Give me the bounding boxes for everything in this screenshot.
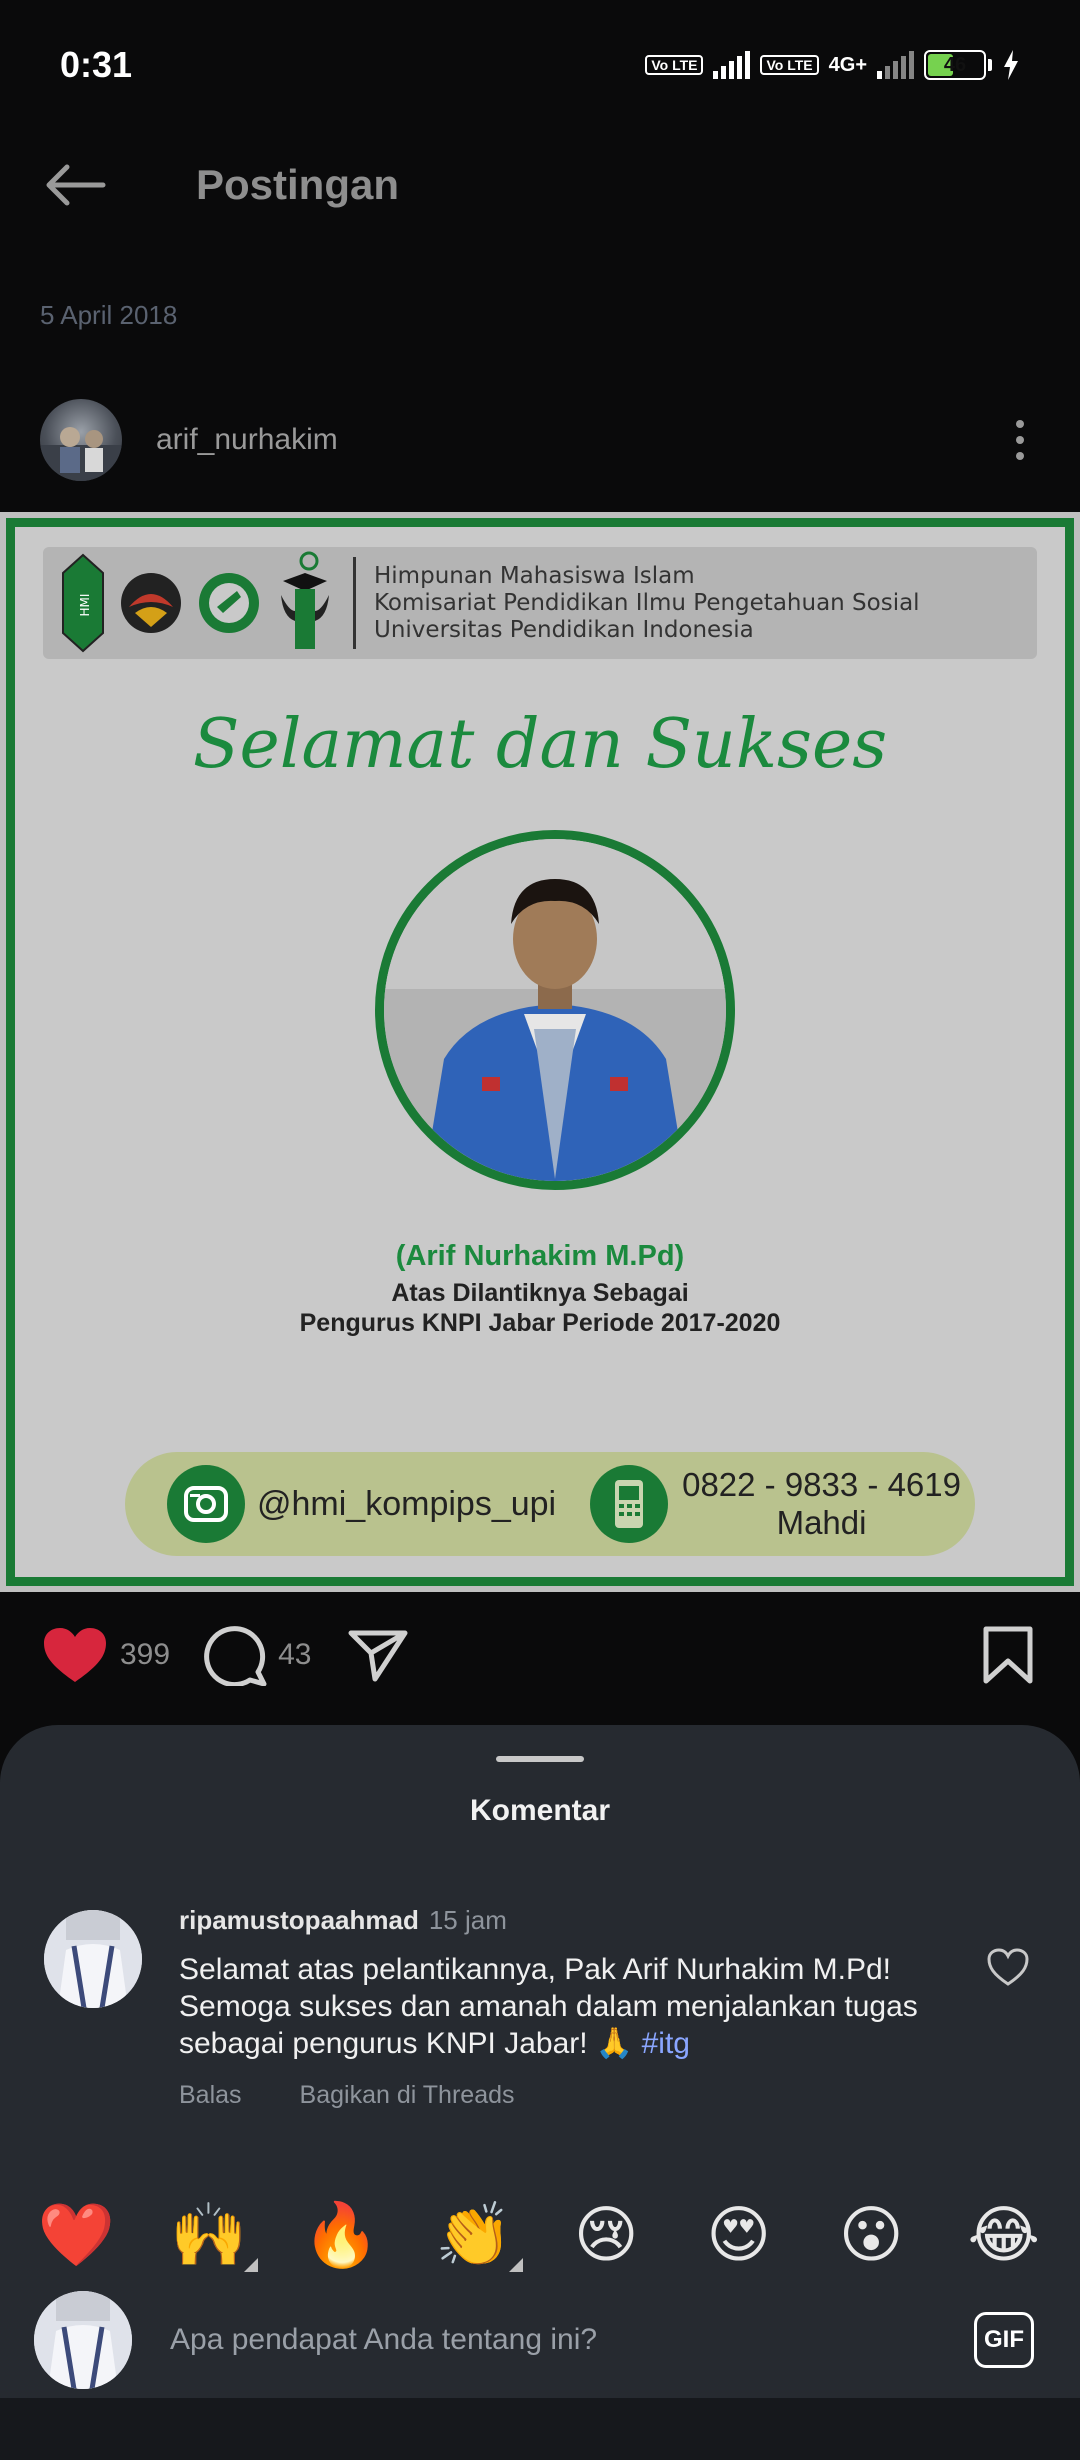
emoji-heart[interactable]: ❤️ [31,2200,121,2270]
poster-logos: HMI [61,551,335,655]
heart-filled-icon[interactable] [42,1626,108,1684]
poster-line-1: Atas Dilantiknya Sebagai [391,1279,689,1307]
poster-headline: Selamat dan Sukses [192,705,888,784]
signal-icon-2 [877,51,914,79]
emoji-laughing[interactable]: 😂 [959,2200,1049,2270]
svg-text:HMI: HMI [78,594,92,617]
sheet-title: Komentar [469,1794,611,1827]
status-bar: 0:31 Vo LTE Vo LTE 4G+ 46 [0,0,1080,130]
emoji-surprised[interactable]: 😮 [826,2200,916,2270]
post-image[interactable]: HMI Himpunan Mahasiswa Islam Komisariat … [0,512,1080,1592]
poster-divider [353,557,356,649]
poster-contact-bar: @hmi_kompips_upi 0822 - 9833 - 4619 Mahd… [125,1452,975,1556]
volte-badge-2: Vo LTE [760,55,819,75]
comment-actions: Balas Bagikan di Threads [179,2081,515,2110]
post-date: 5 April 2018 [40,300,178,330]
network-type: 4G+ [828,53,867,76]
author-username[interactable]: arif_nurhakim [156,423,338,457]
like-count[interactable]: 399 [120,1638,170,1672]
kompips-logo [199,573,259,633]
poster-line-2: Pengurus KNPI Jabar Periode 2017-2020 [299,1309,781,1337]
volte-badge: Vo LTE [645,55,704,75]
commenter-avatar[interactable] [44,1910,142,2008]
app-header: Postingan [0,130,1080,240]
comment-icon[interactable] [204,1624,268,1686]
reply-button[interactable]: Balas [179,2081,242,2110]
comments-sheet: Komentar ripamustopaahmad 15 jam Selamat … [0,1725,1080,2460]
phone-icon [590,1465,669,1543]
bookmark-icon[interactable] [982,1625,1034,1685]
comment-time: 15 jam [428,1905,507,1935]
post-author-row: arif_nurhakim [0,395,1080,485]
status-icons: Vo LTE Vo LTE 4G+ 46 [645,50,1020,80]
hmi-logo: HMI [62,553,104,653]
sheet-drag-handle[interactable] [496,1756,584,1762]
quick-emoji-row: ❤️ 🙌 🔥 👏 😢 😍 😮 😂 [0,2185,1080,2285]
emoji-clap[interactable]: 👏 [429,2200,523,2272]
signal-icon [713,51,751,79]
emoji-heart-eyes[interactable]: 😍 [694,2200,784,2270]
battery-level: 46 [943,54,967,76]
poster-org-text: Himpunan Mahasiswa Islam Komisariat Pend… [374,563,920,644]
comment-body: Selamat atas pelantikannya, Pak Arif Nur… [179,1953,918,2060]
instagram-handle: @hmi_kompips_upi [257,1484,557,1523]
emoji-fire[interactable]: 🔥 [296,2200,386,2270]
battery-icon: 46 [924,50,992,80]
comment-input[interactable] [170,2323,950,2357]
org-line: Universitas Pendidikan Indonesia [374,616,754,643]
phone-number: 0822 - 9833 - 4619 [682,1466,961,1503]
portrait-photo [375,830,735,1190]
instagram-icon [167,1465,245,1543]
org-line: Komisariat Pendidikan Ilmu Pengetahuan S… [374,589,920,616]
arrow-left-icon [46,164,106,206]
phone-contact-name: Mahdi [776,1504,867,1541]
poster: HMI Himpunan Mahasiswa Islam Komisariat … [6,518,1074,1586]
more-options-button[interactable] [990,400,1050,480]
emoji-raised-hands[interactable]: 🙌 [164,2200,258,2272]
send-icon[interactable] [347,1627,409,1683]
comment-text: Selamat atas pelantikannya, Pak Arif Nur… [179,1951,939,2062]
post-action-bar: 399 43 [0,1610,1080,1700]
comment-input-row: GIF [0,2285,1080,2395]
comment-username[interactable]: ripamustopaahmad [179,1905,419,1935]
poster-header: HMI Himpunan Mahasiswa Islam Komisariat … [43,547,1037,659]
poster-person-name: (Arif Nurhakim M.Pd) [395,1240,685,1272]
hmi-emblem-logo [281,551,329,649]
hashtag-link[interactable]: #itg [642,2027,690,2060]
heart-outline-icon[interactable] [986,1947,1030,1987]
charging-icon [1004,50,1018,80]
emoji-crying[interactable]: 😢 [561,2200,651,2270]
page-title: Postingan [196,161,400,208]
gif-button[interactable]: GIF [974,2312,1034,2368]
author-avatar[interactable] [40,399,122,481]
system-nav-bar [0,2398,1080,2460]
comment-count[interactable]: 43 [278,1638,311,1672]
comment-username-line: ripamustopaahmad 15 jam [179,1905,507,1936]
org-line: Himpunan Mahasiswa Islam [374,562,695,589]
back-button[interactable] [30,140,120,230]
share-threads-button[interactable]: Bagikan di Threads [300,2081,515,2110]
status-time: 0:31 [60,44,133,85]
my-avatar [34,2291,132,2389]
contact-phone: 0822 - 9833 - 4619 Mahdi [682,1466,961,1542]
upi-logo [121,573,181,633]
